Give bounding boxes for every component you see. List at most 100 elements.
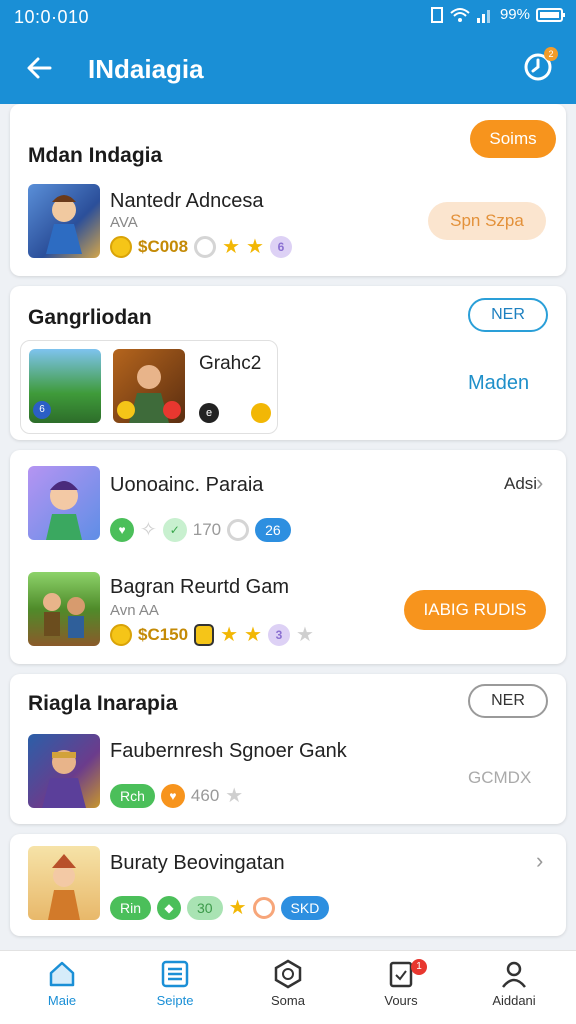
app-bar: INdaiagia 2 [0, 34, 576, 112]
user-icon [502, 961, 526, 988]
star-icon: ★ [246, 236, 264, 258]
list-icon [161, 960, 189, 988]
adventure-figures-icon [43, 593, 85, 638]
tag-pill: Rch [110, 784, 155, 808]
hero-figure-icon [46, 195, 82, 254]
notification-badge: 2 [544, 47, 558, 61]
game-badge-icon: 6 [33, 401, 51, 419]
heart-icon: ♥ [160, 784, 185, 808]
nav-item-tasks[interactable]: 1 Vours [351, 959, 451, 1008]
action-button[interactable]: Spn Szpa [428, 202, 546, 240]
section-card-5: Buraty Beovingatan › Rin ◆ 30 ★ SKD [10, 834, 566, 936]
count-badge: 26 [255, 518, 291, 542]
section-card-3: Uonoainc. Paraia Adsi › ♥ ✧ ✓ 170 26 Bag… [10, 450, 566, 664]
section-card-4: Riagla Inarapia NER Faubernresh Sgnoer G… [10, 674, 566, 824]
soims-button[interactable]: Soims [470, 120, 556, 158]
history-button[interactable]: 2 [522, 47, 558, 83]
notification-badge: 1 [411, 959, 427, 975]
game-thumbnail[interactable] [28, 184, 100, 258]
home-icon [49, 961, 75, 987]
ring-icon [252, 897, 275, 919]
item-subtitle: AVA [110, 214, 138, 231]
nav-item-list[interactable]: Seipte [125, 959, 225, 1008]
item-title[interactable]: Bagran Reurtd Gam [110, 576, 289, 599]
item-title[interactable]: Faubernresh Sgnoer Gank [110, 740, 347, 763]
nav-item-profile[interactable]: Aiddani [464, 959, 564, 1008]
section-card-1: Soims Mdan Indagia Nantedr Adncesa AVA $… [10, 104, 566, 276]
status-time: 10:0·010 [14, 7, 90, 27]
game-thumbnail[interactable]: 6 [29, 349, 101, 423]
battery-icon [536, 7, 565, 22]
signal-icon [476, 9, 490, 23]
game-thumbnail[interactable] [28, 466, 100, 540]
item-title[interactable]: Uonoainc. Paraia [110, 474, 263, 497]
section-title: Riagla Inarapia [28, 692, 178, 715]
side-label: Adsi [504, 474, 538, 493]
check-icon: ✓ [162, 518, 187, 542]
nav-item-home[interactable]: Maie [12, 959, 112, 1008]
rating-badge-icon: 6 [269, 236, 292, 258]
dark-badge-icon: e [199, 403, 219, 423]
section-card-2: Gangrliodan NER 6 Grahc2 e Maden [10, 286, 566, 440]
tag-pill: SKD [280, 896, 330, 920]
coin-icon [117, 401, 135, 419]
cartoon-figure-icon [48, 854, 80, 920]
nav-label: Soma [271, 993, 305, 1008]
item-price: $C150 [138, 625, 189, 644]
star-icon: ★ [244, 624, 262, 646]
group-label: Grahc2 [199, 353, 262, 374]
ner-button[interactable]: NER [468, 298, 548, 332]
section-title: Gangrliodan [28, 306, 152, 329]
page-title: INdaiagia [88, 54, 204, 84]
notification-icon [430, 6, 443, 23]
game-group-card[interactable]: 6 Grahc2 e [20, 340, 278, 434]
chevron-right-icon[interactable]: › [536, 470, 543, 496]
ner-button[interactable]: NER [468, 684, 548, 718]
primary-action-button[interactable]: IABIG RUDIS [404, 590, 546, 630]
nav-label: Maie [47, 993, 77, 1008]
nav-label: Aiddani [492, 993, 536, 1008]
gold-badge-icon [251, 403, 271, 423]
chevron-right-icon[interactable]: › [536, 848, 543, 874]
back-arrow-icon[interactable] [24, 52, 56, 84]
nav-label: Vours [384, 993, 418, 1008]
armored-figure-icon [42, 750, 86, 808]
rating-badge-icon: 3 [267, 624, 290, 646]
item-meta-row: $C150 ★ ★ 3 ★ [110, 624, 314, 646]
item-meta-row: ♥ ✧ ✓ 170 26 [110, 518, 291, 542]
nav-item-hexagon[interactable]: Soma [238, 959, 338, 1008]
star-icon: ★ [222, 236, 241, 258]
wifi-icon [450, 7, 470, 22]
game-thumbnail[interactable] [28, 734, 100, 808]
star-outline-icon: ✧ [140, 519, 157, 541]
side-label[interactable]: GCMDX [468, 768, 531, 788]
status-icons: 99% [430, 6, 566, 23]
coin-icon [110, 624, 132, 646]
ring-icon [227, 519, 250, 541]
tag-pill: 30 [187, 896, 223, 920]
nav-label: Seipte [156, 993, 194, 1008]
tag-pill: Rin [110, 896, 152, 920]
content-list: Soims Mdan Indagia Nantedr Adncesa AVA $… [0, 104, 576, 950]
item-price: $C008 [138, 237, 189, 256]
coin-icon [110, 236, 132, 258]
star-icon: ★ [228, 897, 247, 919]
star-empty-icon: ★ [225, 785, 244, 807]
item-title[interactable]: Nantedr Adncesa [110, 190, 263, 213]
game-thumbnail[interactable] [113, 349, 185, 423]
status-bar: 10:0·010 99% [0, 0, 576, 34]
item-meta-row: Rin ◆ 30 ★ SKD [110, 896, 330, 920]
item-meta-row: $C008 ★ ★ 6 [110, 236, 292, 258]
item-count: 460 [190, 786, 220, 805]
item-count: 170 [192, 520, 222, 539]
gem-icon: ♥ [110, 518, 134, 542]
star-icon: ★ [220, 624, 239, 646]
game-thumbnail[interactable] [28, 572, 100, 646]
item-title[interactable]: Buraty Beovingatan [110, 852, 285, 875]
gem-icon: ◆ [157, 896, 182, 920]
item-meta-row: Rch ♥ 460 ★ [110, 784, 243, 808]
maden-link[interactable]: Maden [468, 372, 529, 395]
red-badge-icon [163, 401, 181, 419]
game-thumbnail[interactable] [28, 846, 100, 920]
battery-percent: 99% [499, 6, 530, 23]
